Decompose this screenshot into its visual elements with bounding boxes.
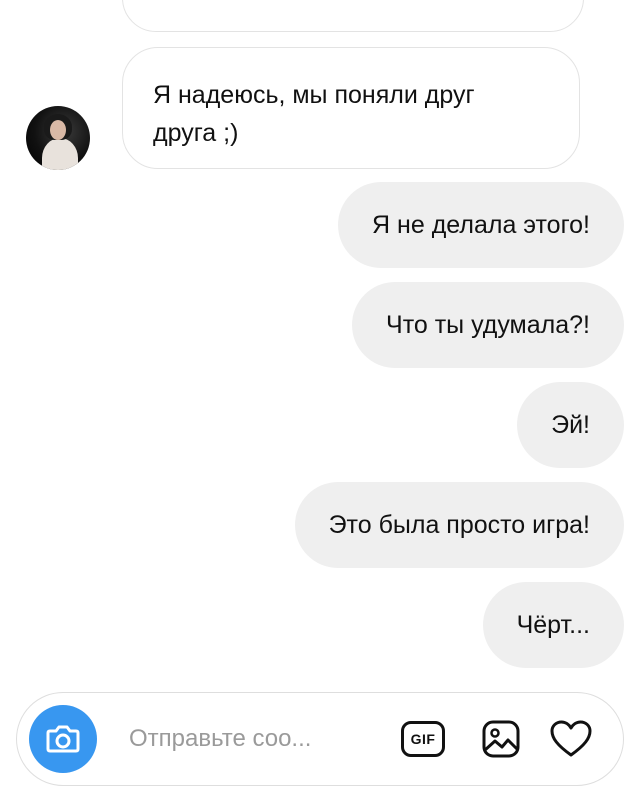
- gif-icon: GIF: [401, 721, 445, 757]
- outgoing-message-bubble[interactable]: Это была просто игра!: [294, 482, 624, 568]
- message-text: Чёрт...: [516, 611, 590, 639]
- gallery-icon: [482, 720, 520, 758]
- heart-icon: [550, 720, 592, 757]
- previous-message-bubble: [122, 0, 584, 32]
- avatar-face: [50, 120, 66, 140]
- message-input[interactable]: [129, 717, 369, 761]
- outgoing-message-bubble[interactable]: Чёрт...: [482, 582, 624, 668]
- message-text: Что ты удумала?!: [386, 311, 590, 339]
- outgoing-message-bubble[interactable]: Что ты удумала?!: [352, 282, 624, 368]
- message-text: Эй!: [551, 411, 590, 439]
- message-composer: GIF: [16, 692, 624, 786]
- message-text: Это была просто игра!: [328, 511, 590, 539]
- message-text: Я не делала этого!: [372, 211, 590, 239]
- message-text-line: Я надеюсь, мы поняли друг: [153, 81, 475, 109]
- gallery-button[interactable]: [477, 715, 525, 763]
- camera-button[interactable]: [29, 705, 97, 773]
- sender-avatar[interactable]: [26, 106, 90, 170]
- outgoing-message-bubble[interactable]: Я не делала этого!: [338, 182, 624, 268]
- like-button[interactable]: [547, 715, 595, 763]
- camera-icon: [46, 725, 80, 753]
- outgoing-message-bubble[interactable]: Эй!: [517, 382, 624, 468]
- incoming-message-bubble[interactable]: Я надеюсь, мы поняли друг друга ;): [122, 47, 580, 169]
- gif-button[interactable]: GIF: [399, 715, 447, 763]
- avatar-body: [42, 138, 78, 170]
- message-thread: Я надеюсь, мы поняли друг друга ;) Я не …: [0, 0, 640, 690]
- message-text-line: друга ;): [153, 119, 239, 147]
